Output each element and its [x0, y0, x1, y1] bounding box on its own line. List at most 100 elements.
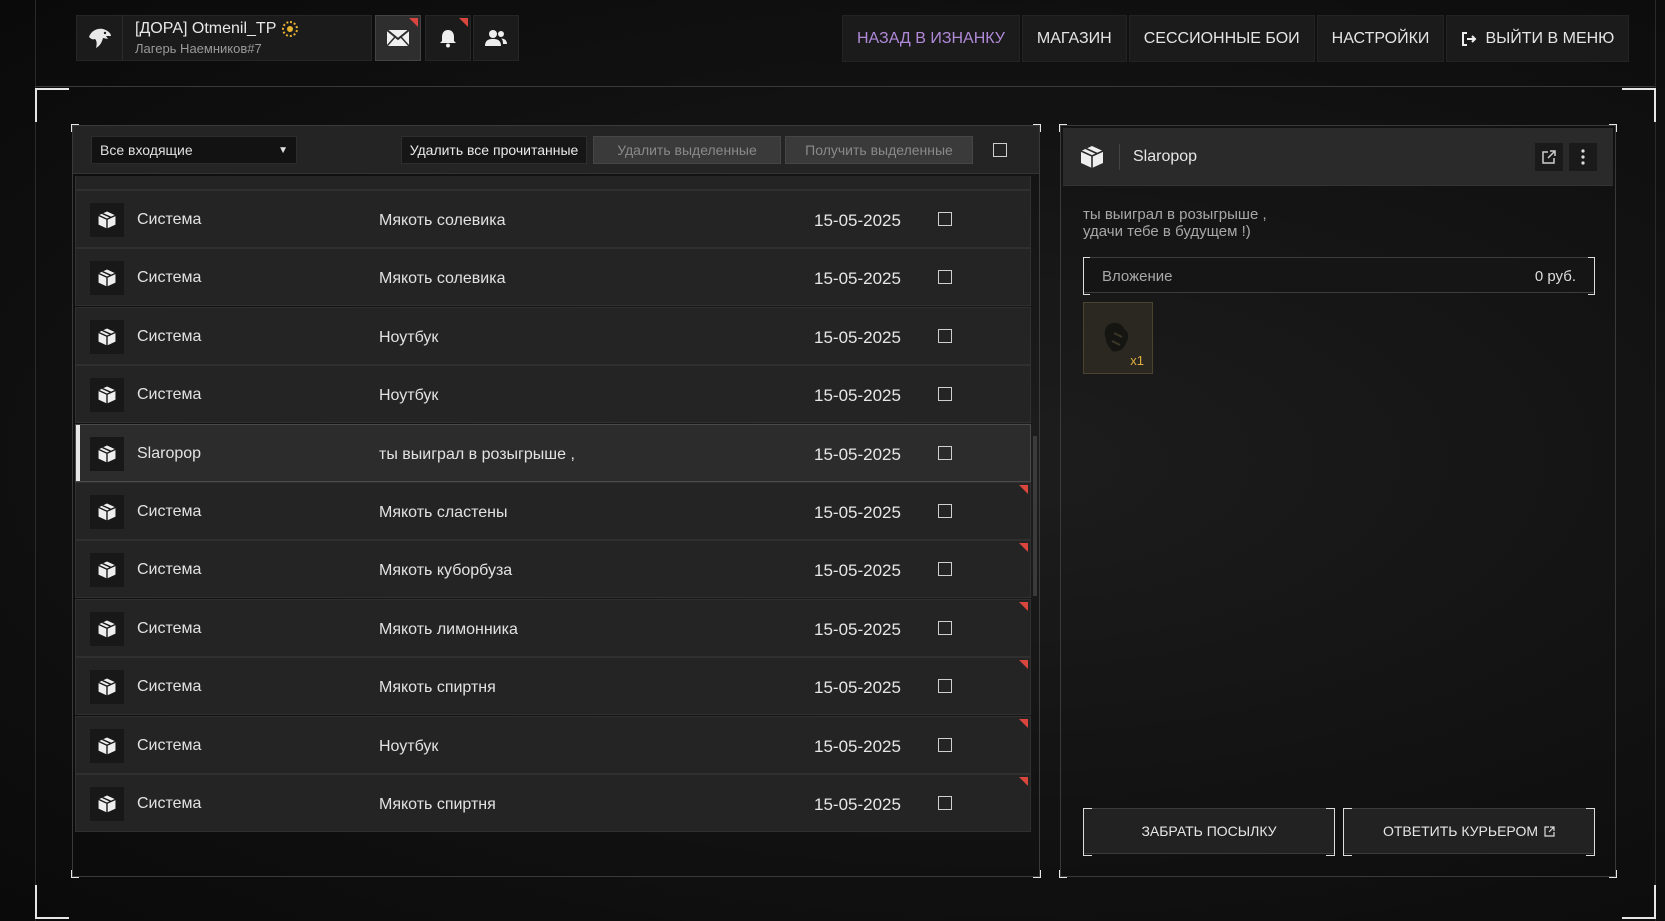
mail-row-checkbox[interactable]: [938, 387, 952, 402]
mail-row[interactable]: Система Мякоть солевика 15-05-2025: [75, 248, 1031, 307]
reply-courier-button[interactable]: ОТВЕТИТЬ КУРЬЕРОМ: [1343, 808, 1595, 856]
select-all-checkbox[interactable]: [993, 143, 1007, 157]
mail-row[interactable]: Система Мякоть спиртня 15-05-2025: [75, 774, 1031, 832]
mail-row[interactable]: Система Ноутбук 15-05-2025: [75, 715, 1031, 774]
attachment-label: Вложение: [1102, 268, 1173, 285]
nickname-text: [ДОРА] Otmenil_TP: [135, 20, 277, 37]
delete-selected-button[interactable]: Удалить выделенные: [593, 136, 781, 164]
header-divider: [1119, 144, 1120, 170]
mail-row-checkbox[interactable]: [938, 445, 952, 460]
mail-row-checkbox[interactable]: [938, 620, 952, 635]
mail-date: 15-05-2025: [814, 269, 901, 289]
mail-row-checkbox[interactable]: [938, 270, 952, 285]
unread-marker: [1019, 543, 1028, 553]
envelope-icon: [386, 29, 410, 47]
panel-corner: [1059, 870, 1067, 878]
panel-corner: [1609, 870, 1617, 878]
take-parcel-button[interactable]: ЗАБРАТЬ ПОСЫЛКУ: [1083, 808, 1335, 856]
friends-button[interactable]: [473, 15, 519, 61]
receive-selected-button[interactable]: Получить выделенные: [785, 136, 973, 164]
mail-date: 15-05-2025: [814, 444, 901, 464]
mail-row-checkbox[interactable]: [938, 504, 952, 518]
delete-read-button[interactable]: Удалить все прочитанные: [401, 136, 587, 164]
frame-line: [35, 0, 36, 921]
caret-down-icon: ▼: [278, 144, 288, 156]
mail-sender: Система: [137, 736, 202, 754]
mail-body-text: ты выиграл в розыгрыше , удачи тебе в бу…: [1083, 206, 1267, 240]
attachment-item-slot[interactable]: x1: [1083, 302, 1153, 374]
open-external-button[interactable]: [1535, 143, 1563, 171]
nav-exit-button[interactable]: ВЫЙТИ В МЕНЮ: [1446, 15, 1630, 62]
frame-line: [35, 86, 1655, 87]
package-icon: [90, 787, 124, 821]
attachment-value: 0 руб.: [1534, 268, 1576, 285]
mail-row[interactable]: Система Ноутбук 15-05-2025: [75, 306, 1031, 365]
mail-list-panel: Все входящие ▼ Удалить все прочитанные У…: [71, 124, 1041, 878]
mail-date: 15-05-2025: [814, 386, 901, 406]
exit-icon: [1462, 31, 1477, 46]
reply-courier-label: ОТВЕТИТЬ КУРЬЕРОМ: [1382, 823, 1538, 839]
nav-settings-button[interactable]: НАСТРОЙКИ: [1316, 15, 1445, 62]
mail-date: 15-05-2025: [814, 561, 901, 581]
mail-row-checkbox[interactable]: [938, 737, 952, 752]
profile-card[interactable]: [ДОРА] Otmenil_TP Лагерь Наемников#7: [76, 15, 372, 61]
mail-row-checkbox[interactable]: [938, 328, 952, 343]
package-icon: [90, 495, 124, 529]
package-icon: [90, 670, 124, 705]
nav-shop-button[interactable]: МАГАЗИН: [1021, 15, 1127, 62]
nav-back-button[interactable]: НАЗАД В ИЗНАНКУ: [842, 15, 1020, 62]
more-options-button[interactable]: [1569, 143, 1597, 171]
notifications-button[interactable]: [425, 15, 471, 61]
mail-sender: Система: [137, 386, 202, 404]
mail-row[interactable]: [75, 176, 1031, 190]
unread-marker: [459, 18, 468, 27]
mail-detail-sender: Slaropop: [1133, 148, 1198, 165]
mail-row-checkbox[interactable]: [938, 212, 952, 226]
mail-list: Система Мякоть солевика 15-05-2025 Система М…: [75, 176, 1031, 876]
mail-subject: Мякоть куборбуза: [379, 562, 513, 580]
unread-marker: [1019, 660, 1028, 670]
mail-detail-header: Slaropop: [1063, 128, 1613, 186]
mail-row[interactable]: Система Мякоть солевика 15-05-2025: [75, 190, 1031, 248]
unread-marker: [1019, 601, 1028, 611]
mail-subject: Мякоть солевика: [379, 212, 506, 229]
bell-icon: [440, 30, 456, 48]
kebab-menu-icon: [1581, 149, 1585, 165]
mail-subject: Мякоть сластены: [379, 504, 508, 521]
mail-sender: Система: [137, 678, 202, 696]
package-icon: [90, 203, 124, 237]
mail-row[interactable]: Система Мякоть куборбуза 15-05-2025: [75, 540, 1031, 599]
mail-sender: Система: [137, 503, 202, 520]
mail-subject: Мякоть спиртня: [379, 796, 496, 813]
mail-button[interactable]: [375, 15, 421, 61]
mail-row[interactable]: Система Мякоть лимонника 15-05-2025: [75, 598, 1031, 657]
external-link-icon: [1542, 150, 1556, 164]
exit-label: ВЫЙТИ В МЕНЮ: [1485, 29, 1615, 47]
package-icon: [90, 261, 124, 296]
mail-date: 15-05-2025: [814, 327, 901, 347]
mail-subject: ты выиграл в розыгрыше ,: [379, 445, 575, 463]
mail-subject: Мякоть солевика: [379, 270, 506, 288]
nav-session-battles-button[interactable]: СЕССИОННЫЕ БОИ: [1128, 15, 1315, 62]
mail-row[interactable]: Система Мякоть сластены 15-05-2025: [75, 482, 1031, 540]
mail-sender: Система: [137, 211, 202, 228]
main-nav: НАЗАД В ИЗНАНКУ МАГАЗИН СЕССИОННЫЕ БОИ Н…: [842, 15, 1630, 62]
mail-row-checkbox[interactable]: [938, 679, 952, 694]
mail-row-checkbox[interactable]: [938, 796, 952, 810]
package-icon: [90, 319, 124, 354]
unread-marker: [1019, 485, 1028, 494]
mail-row[interactable]: Slaropop ты выиграл в розыгрыше , 15-05-20…: [75, 423, 1031, 482]
mail-row[interactable]: Система Мякоть спиртня 15-05-2025: [75, 657, 1031, 716]
mail-filter-select[interactable]: Все входящие ▼: [91, 136, 297, 164]
mail-row[interactable]: Система Ноутбук 15-05-2025: [75, 365, 1031, 424]
mail-list-scrollbar[interactable]: [1033, 436, 1037, 596]
mail-subject: Ноутбук: [379, 328, 439, 346]
package-icon: [90, 611, 124, 646]
sun-badge-icon: [282, 21, 299, 37]
mail-sender: Slaropop: [137, 444, 202, 462]
package-icon: [90, 728, 124, 763]
mail-date: 15-05-2025: [814, 211, 901, 230]
player-camp: Лагерь Наемников#7: [135, 41, 262, 56]
mail-sender: Система: [137, 561, 202, 579]
mail-row-checkbox[interactable]: [938, 562, 952, 577]
